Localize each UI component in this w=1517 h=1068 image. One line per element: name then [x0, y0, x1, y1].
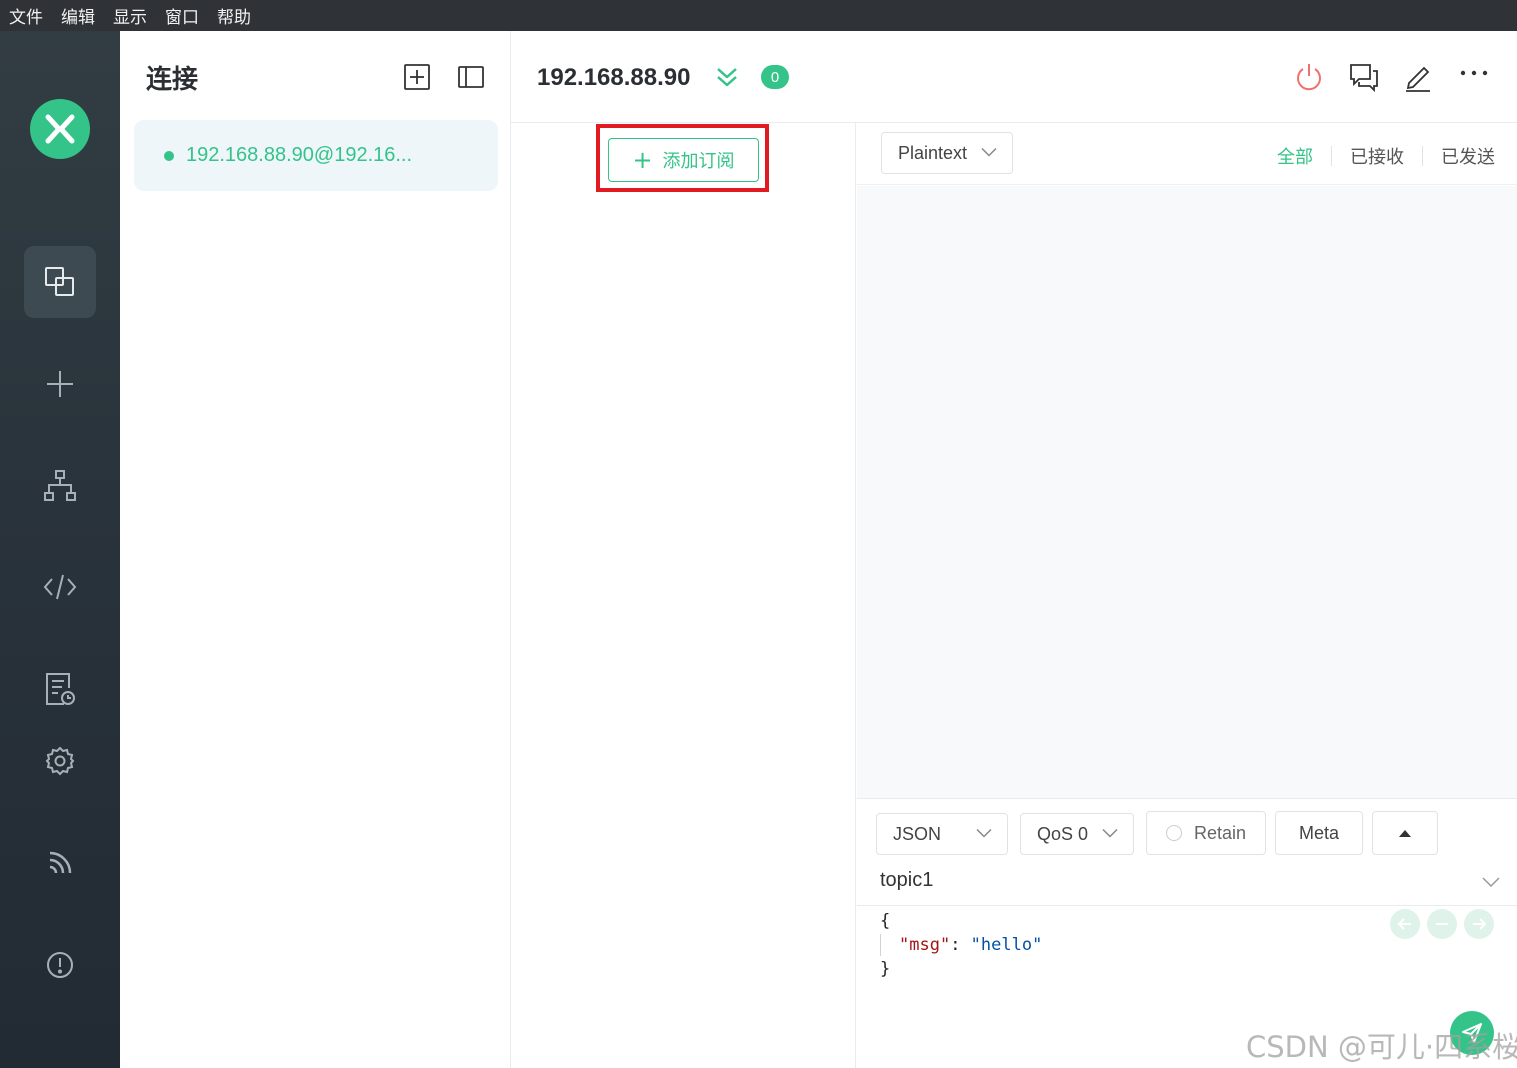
payload-key: "msg" [899, 935, 951, 955]
divider [1422, 146, 1423, 166]
connected-status-dot [164, 150, 174, 161]
connection-name: 192.168.88.90@192.16... [186, 144, 413, 166]
mqttx-logo-icon [30, 99, 90, 159]
menu-window[interactable]: 窗口 [165, 3, 199, 28]
topic-history-chevron-icon[interactable] [1481, 875, 1501, 894]
filter-received-tab[interactable]: 已接收 [1350, 143, 1404, 169]
menu-view[interactable]: 显示 [113, 3, 147, 28]
message-toolbar: Plaintext 全部 已接收 已发送 [857, 123, 1517, 185]
retain-toggle[interactable]: Retain [1146, 811, 1266, 855]
settings-gear-icon[interactable] [24, 725, 96, 797]
topology-icon[interactable] [24, 450, 96, 522]
disconnect-power-icon[interactable] [1293, 61, 1325, 93]
about-info-icon[interactable] [24, 929, 96, 1001]
connections-nav-icon[interactable] [24, 246, 96, 318]
edit-pencil-icon[interactable] [1402, 61, 1434, 93]
divider [1331, 146, 1332, 166]
menu-file[interactable]: 文件 [9, 3, 43, 28]
payload-colon: : [950, 935, 971, 955]
connection-header: 192.168.88.90 0 [511, 31, 1517, 123]
payload-editor[interactable]: { "msg": "hello" } [880, 909, 1042, 981]
new-group-plus-square-icon[interactable] [403, 63, 431, 91]
filter-sent-tab[interactable]: 已发送 [1441, 143, 1495, 169]
meta-label: Meta [1298, 822, 1340, 843]
payload-format-select[interactable]: Plaintext [881, 132, 1013, 174]
add-subscription-button[interactable]: + 添加订阅 [608, 138, 759, 182]
feed-rss-icon[interactable] [24, 827, 96, 899]
log-document-icon[interactable] [24, 653, 96, 725]
left-rail [0, 31, 120, 1068]
new-connection-plus-icon[interactable] [24, 348, 96, 420]
collapse-double-chevron-icon[interactable] [715, 65, 739, 94]
retain-label: Retain [1193, 822, 1247, 843]
expand-up-button[interactable] [1372, 811, 1438, 855]
toggle-sidebar-icon[interactable] [457, 63, 485, 91]
menu-bar: 文件 编辑 显示 窗口 帮助 [0, 0, 1517, 31]
meta-button[interactable]: Meta [1275, 811, 1363, 855]
indent-guide [880, 934, 881, 956]
payload-line-open: { [880, 911, 891, 931]
clear-minus-icon[interactable] [1427, 909, 1457, 939]
connection-item[interactable]: 192.168.88.90@192.16... [134, 120, 498, 191]
retain-radio[interactable] [1165, 825, 1182, 841]
publish-format-select[interactable]: JSON [876, 813, 1008, 855]
message-list-area [857, 186, 1517, 798]
script-code-icon[interactable] [24, 551, 96, 623]
publish-format-value: JSON [893, 823, 942, 844]
new-window-chat-icon[interactable] [1348, 61, 1380, 93]
chevron-down-icon [975, 824, 993, 845]
message-filter-tabs: 全部 已接收 已发送 [1277, 143, 1495, 169]
payload-line-body: "msg": "hello" [880, 933, 1042, 957]
caret-up-icon [1399, 830, 1411, 837]
topic-input[interactable]: topic1 [880, 869, 933, 892]
plus-icon: + [632, 146, 653, 174]
csdn-watermark: CSDN @可儿·四系桜 [1246, 1030, 1517, 1064]
connections-title: 连接 [146, 65, 199, 95]
previous-arrow-icon[interactable] [1390, 909, 1420, 939]
menu-help[interactable]: 帮助 [217, 3, 251, 28]
chevron-down-icon [980, 143, 998, 164]
more-ellipsis-icon[interactable] [1458, 61, 1490, 93]
chevron-down-icon [1101, 824, 1119, 845]
qos-value: QoS 0 [1037, 823, 1089, 844]
payload-line-close: } [880, 959, 891, 979]
subscriptions-panel: + 添加订阅 [511, 123, 856, 1068]
filter-all-tab[interactable]: 全部 [1277, 143, 1313, 169]
qos-select[interactable]: QoS 0 [1020, 813, 1134, 855]
payload-format-value: Plaintext [898, 142, 968, 163]
menu-edit[interactable]: 编辑 [61, 3, 95, 28]
next-arrow-icon[interactable] [1464, 909, 1494, 939]
connections-panel: 连接 192.168.88.90@192.16... [120, 31, 511, 1068]
payload-value: "hello" [970, 935, 1043, 955]
connection-host-title: 192.168.88.90 [537, 64, 691, 91]
divider [857, 905, 1517, 906]
add-subscription-label: 添加订阅 [662, 151, 735, 172]
message-count-badge: 0 [761, 65, 789, 89]
